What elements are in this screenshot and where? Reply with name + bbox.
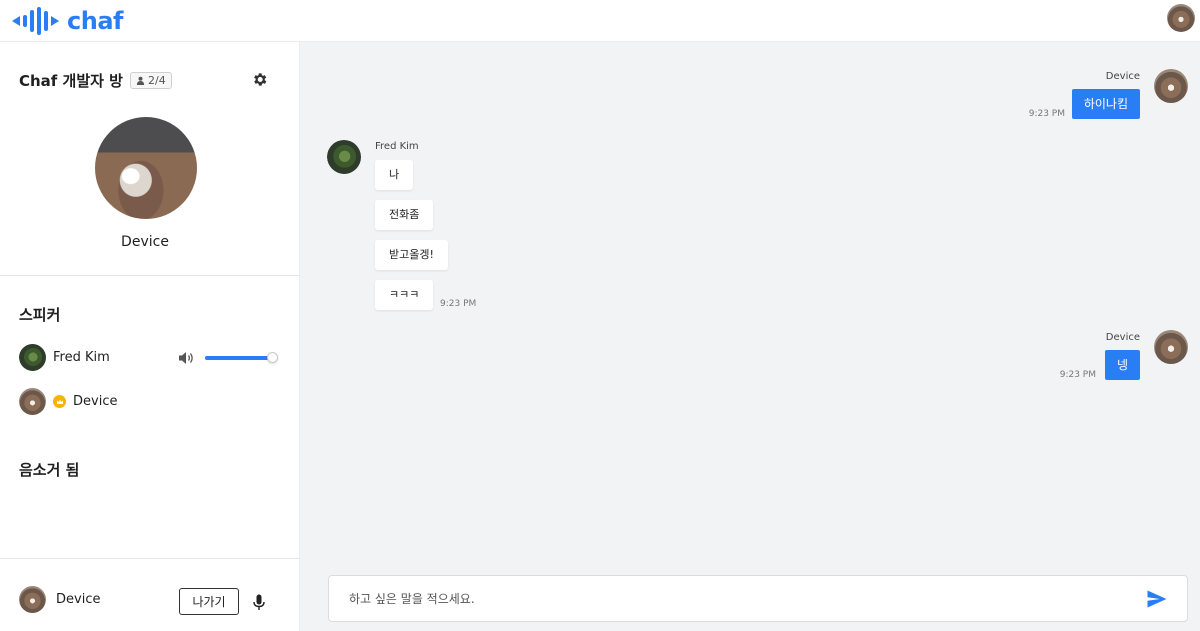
volume-slider[interactable]	[205, 352, 278, 363]
profile-avatar[interactable]	[1167, 4, 1195, 32]
message-sender: Device	[1105, 332, 1140, 343]
member-count-badge: 2/4	[129, 72, 172, 89]
speakers-section-title: 스피커	[19, 306, 61, 324]
divider	[0, 275, 300, 276]
chat-panel: Device 하이나킴 9:23 PM Fred Kim 나 전화좀 받고올겡!…	[300, 42, 1200, 631]
message-time: 9:23 PM	[1059, 370, 1096, 380]
avatar	[19, 344, 46, 371]
crown-icon	[53, 395, 66, 408]
volume-slider-thumb[interactable]	[266, 352, 278, 363]
speaker-item-fred-kim[interactable]: Fred Kim	[19, 344, 110, 371]
self-name: Device	[56, 592, 101, 607]
muted-section-title: 음소거 됨	[19, 461, 80, 479]
logo-mark-icon	[12, 6, 59, 35]
host-avatar	[95, 117, 197, 219]
room-title: Chaf 개발자 방	[19, 72, 123, 90]
speaker-name: Device	[73, 394, 118, 409]
microphone-icon[interactable]	[253, 594, 265, 611]
person-icon	[136, 76, 145, 85]
message-bubble: 전화좀	[375, 200, 434, 230]
room-header: Chaf 개발자 방 2/4	[19, 70, 172, 91]
message-sender: Fred Kim	[375, 141, 419, 152]
settings-gear-icon[interactable]	[251, 71, 268, 88]
message-bubble: 나	[375, 160, 414, 190]
message-sender: Device	[1105, 71, 1140, 82]
avatar	[19, 388, 46, 415]
message-time: 9:23 PM	[440, 299, 477, 309]
message-input[interactable]	[349, 588, 1129, 610]
avatar	[1154, 69, 1188, 103]
message-composer	[328, 575, 1188, 622]
send-icon[interactable]	[1147, 590, 1167, 608]
logo-text: chaf	[67, 6, 123, 35]
message-bubble: 넹	[1104, 350, 1140, 380]
avatar	[19, 586, 46, 613]
room-sidebar: Chaf 개발자 방 2/4 Device 스피커 Fred Kim Devic…	[0, 42, 300, 631]
host-name: Device	[121, 234, 169, 250]
message-bubble: 받고올겡!	[375, 240, 448, 270]
volume-icon[interactable]	[178, 351, 194, 365]
message-bubble: ㅋㅋㅋ	[375, 280, 434, 310]
avatar	[1154, 330, 1188, 364]
member-count: 2/4	[147, 74, 166, 87]
avatar	[327, 140, 361, 174]
speaker-name: Fred Kim	[53, 350, 110, 365]
speaker-item-device[interactable]: Device	[19, 388, 117, 415]
top-bar: chaf	[0, 0, 1200, 42]
chaf-logo[interactable]: chaf	[12, 6, 123, 35]
self-profile: Device	[19, 586, 100, 613]
message-time: 9:23 PM	[1028, 109, 1065, 119]
message-bubble: 하이나킴	[1071, 89, 1140, 119]
self-controls: Device 나가기	[0, 558, 300, 631]
volume-slider-fill	[205, 356, 273, 360]
leave-button[interactable]: 나가기	[179, 588, 239, 615]
